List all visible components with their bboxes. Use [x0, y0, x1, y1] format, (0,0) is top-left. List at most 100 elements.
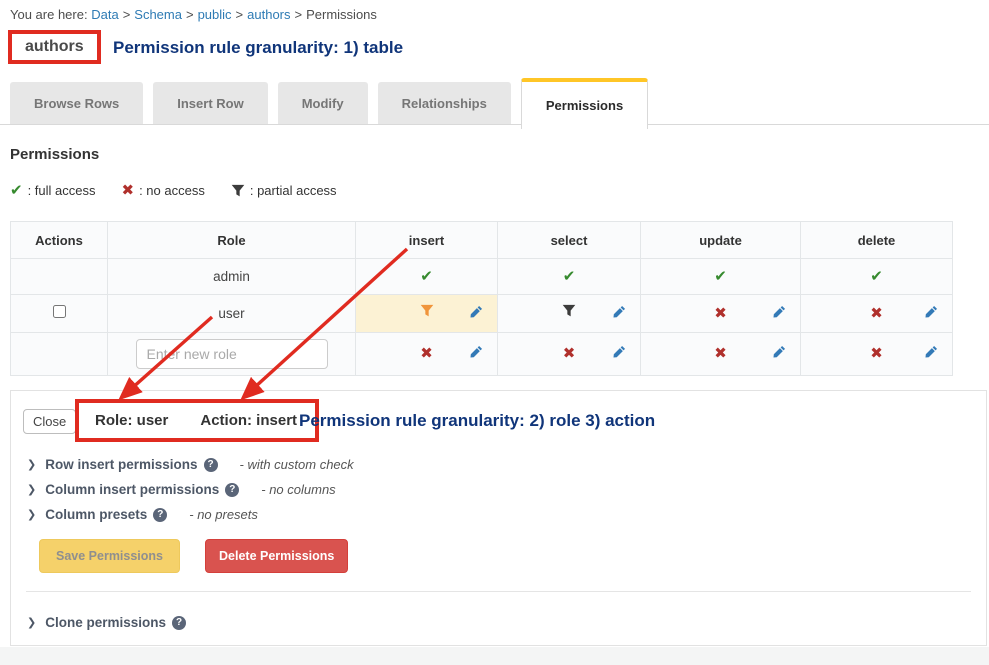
- tab-insert-row[interactable]: Insert Row: [153, 82, 267, 124]
- no-access-icon: ✖: [870, 346, 883, 361]
- access-legend: ✔ : full access ✖ : no access : partial …: [10, 183, 363, 198]
- edit-permission-icon[interactable]: [613, 305, 626, 323]
- breadcrumb-authors[interactable]: authors: [247, 7, 290, 22]
- column-presets-section[interactable]: ❯ Column presets ? - no presets: [27, 502, 354, 527]
- actions-cell[interactable]: [11, 295, 108, 333]
- save-permissions-button[interactable]: Save Permissions: [39, 539, 180, 573]
- partial-access-icon: [231, 184, 245, 198]
- role-select-checkbox[interactable]: [53, 305, 66, 318]
- granularity-role-action-heading: Permission rule granularity: 2) role 3) …: [299, 411, 655, 431]
- panel-divider: [26, 591, 971, 592]
- delete-permission-cell[interactable]: ✖: [801, 333, 953, 376]
- help-icon[interactable]: ?: [225, 483, 239, 497]
- select-permission-cell[interactable]: [498, 295, 641, 333]
- insert-permission-cell[interactable]: [356, 295, 498, 333]
- column-insert-permissions-section[interactable]: ❯ Column insert permissions ? - no colum…: [27, 477, 354, 502]
- partial-access-icon: [420, 304, 434, 318]
- matrix-header: ActionsRoleinsertselectupdatedelete: [11, 222, 953, 259]
- column-header-update: update: [641, 222, 801, 259]
- column-header-role: Role: [108, 222, 356, 259]
- edit-permission-icon[interactable]: [773, 345, 786, 363]
- update-permission-cell[interactable]: ✖: [641, 333, 801, 376]
- column-insert-note: - no columns: [261, 482, 335, 497]
- legend-full-access-label: : full access: [28, 183, 96, 198]
- chevron-right-icon: ❯: [27, 458, 36, 471]
- granularity-table-heading: Permission rule granularity: 1) table: [113, 38, 403, 58]
- role-name-cell: user: [108, 295, 356, 333]
- row-insert-note: - with custom check: [240, 457, 354, 472]
- edit-permission-icon[interactable]: [470, 345, 483, 363]
- edit-permission-icon[interactable]: [613, 345, 626, 363]
- no-access-icon: ✖: [714, 346, 727, 361]
- full-access-icon: ✔: [870, 269, 883, 284]
- table-row: user ✖ ✖: [11, 295, 953, 333]
- edit-permission-icon[interactable]: [925, 305, 938, 323]
- tab-modify[interactable]: Modify: [278, 82, 368, 124]
- no-access-icon: ✖: [563, 346, 576, 361]
- breadcrumb-schema[interactable]: Schema: [134, 7, 182, 22]
- no-access-icon: ✖: [420, 346, 433, 361]
- tab-permissions[interactable]: Permissions: [521, 78, 648, 129]
- delete-permission-cell[interactable]: ✖: [801, 295, 953, 333]
- table-tabs: Browse Rows Insert Row Modify Relationsh…: [10, 78, 658, 129]
- permission-sections: ❯ Row insert permissions ? - with custom…: [27, 452, 354, 527]
- full-access-icon: ✔: [420, 269, 433, 284]
- table-row: ✖ ✖ ✖ ✖: [11, 333, 953, 376]
- help-icon[interactable]: ?: [172, 616, 186, 630]
- no-access-icon: ✖: [714, 306, 727, 321]
- actions-cell: [11, 333, 108, 376]
- delete-permissions-button[interactable]: Delete Permissions: [205, 539, 348, 573]
- close-button[interactable]: Close: [23, 409, 76, 434]
- chevron-right-icon: ❯: [27, 616, 36, 629]
- select-permission-cell[interactable]: ✔: [498, 259, 641, 295]
- breadcrumb-public[interactable]: public: [198, 7, 232, 22]
- role-action-annotation: Role: user Action: insert: [75, 399, 319, 442]
- permissions-matrix: ActionsRoleinsertselectupdatedelete admi…: [10, 221, 953, 376]
- column-header-select: select: [498, 222, 641, 259]
- role-label: Role: user: [95, 412, 168, 429]
- page-background-strip: [0, 647, 989, 665]
- edit-permission-icon[interactable]: [470, 305, 483, 323]
- breadcrumb: You are here: Data>Schema>public>authors…: [10, 7, 377, 22]
- partial-access-icon: [562, 304, 576, 318]
- tab-browse-rows[interactable]: Browse Rows: [10, 82, 143, 124]
- new-role-input[interactable]: [136, 339, 328, 369]
- full-access-icon: ✔: [714, 269, 727, 284]
- legend-partial-access-label: : partial access: [250, 183, 337, 198]
- permissions-page: You are here: Data>Schema>public>authors…: [0, 0, 989, 665]
- column-header-insert: insert: [356, 222, 498, 259]
- permission-detail-panel: Close Role: user Action: insert Permissi…: [10, 390, 987, 646]
- role-name-cell: admin: [108, 259, 356, 295]
- actions-cell: [11, 259, 108, 295]
- help-icon[interactable]: ?: [204, 458, 218, 472]
- full-access-icon: ✔: [10, 183, 23, 198]
- edit-permission-icon[interactable]: [773, 305, 786, 323]
- update-permission-cell[interactable]: ✖: [641, 295, 801, 333]
- full-access-icon: ✔: [563, 269, 576, 284]
- chevron-right-icon: ❯: [27, 508, 36, 521]
- edit-permission-icon[interactable]: [925, 345, 938, 363]
- new-role-cell[interactable]: [108, 333, 356, 376]
- insert-permission-cell[interactable]: ✖: [356, 333, 498, 376]
- tab-relationships[interactable]: Relationships: [378, 82, 511, 124]
- clone-permissions-section[interactable]: ❯ Clone permissions ?: [27, 610, 186, 635]
- help-icon[interactable]: ?: [153, 508, 167, 522]
- update-permission-cell[interactable]: ✔: [641, 259, 801, 295]
- column-header-delete: delete: [801, 222, 953, 259]
- column-header-actions: Actions: [11, 222, 108, 259]
- column-presets-note: - no presets: [189, 507, 258, 522]
- legend-no-access-label: : no access: [139, 183, 205, 198]
- no-access-icon: ✖: [122, 183, 135, 198]
- permissions-section-title: Permissions: [10, 146, 99, 163]
- delete-permission-cell[interactable]: ✔: [801, 259, 953, 295]
- table-name-annotation: authors: [8, 30, 101, 64]
- chevron-right-icon: ❯: [27, 483, 36, 496]
- breadcrumb-current: Permissions: [306, 7, 377, 22]
- action-label: Action: insert: [200, 412, 297, 429]
- insert-permission-cell[interactable]: ✔: [356, 259, 498, 295]
- select-permission-cell[interactable]: ✖: [498, 333, 641, 376]
- row-insert-permissions-section[interactable]: ❯ Row insert permissions ? - with custom…: [27, 452, 354, 477]
- breadcrumb-prefix: You are here:: [10, 7, 88, 22]
- no-access-icon: ✖: [870, 306, 883, 321]
- breadcrumb-data[interactable]: Data: [91, 7, 118, 22]
